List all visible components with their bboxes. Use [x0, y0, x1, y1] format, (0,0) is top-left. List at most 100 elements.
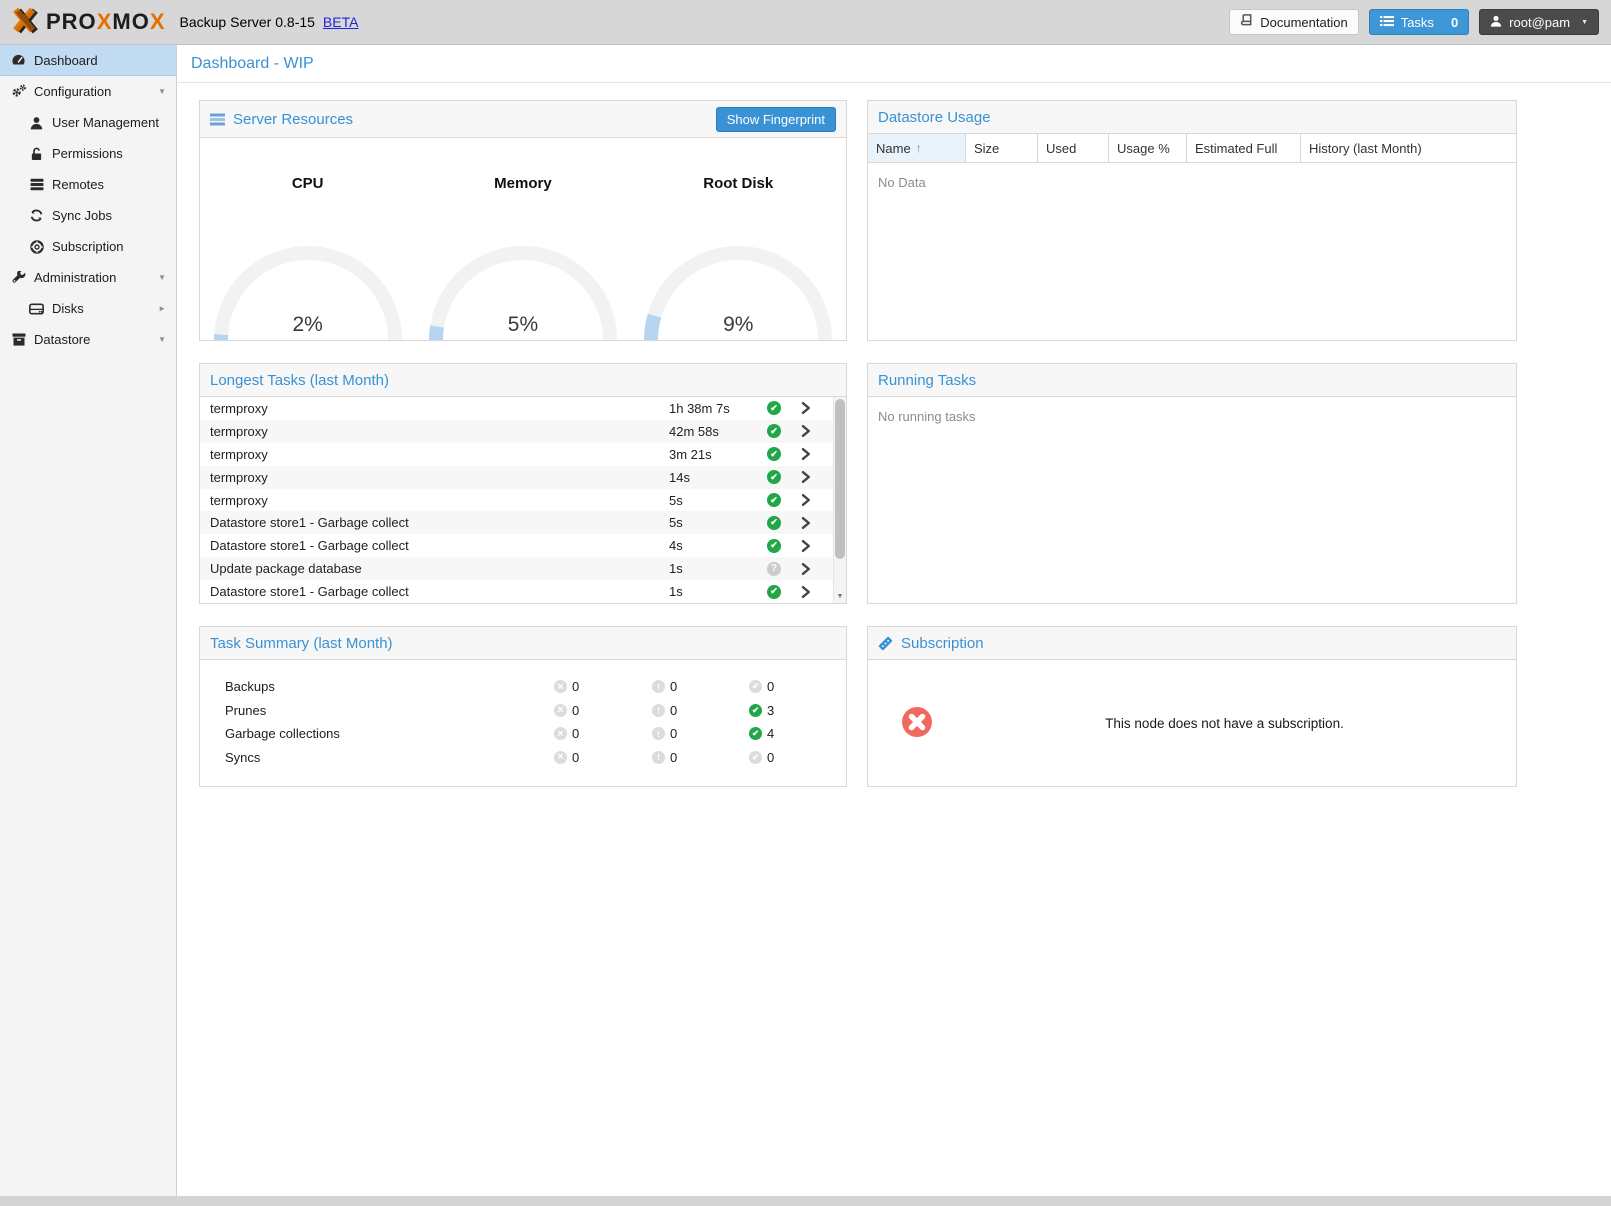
- subscription-body: This node does not have a subscription.: [868, 660, 1516, 786]
- proxmox-wordmark: PROXMOX: [46, 9, 166, 35]
- sidebar-item-label: Sync Jobs: [52, 208, 112, 223]
- sidebar-item-sync-jobs[interactable]: Sync Jobs: [0, 200, 176, 231]
- no-subscription-icon: [901, 706, 933, 741]
- column-header-name[interactable]: Name ↑: [868, 134, 966, 162]
- user-icon: [1490, 15, 1502, 30]
- user-menu-button[interactable]: root@pam ▼: [1479, 9, 1599, 35]
- root-disk-gauge-value: 9%: [631, 313, 846, 337]
- status-ok-icon: [767, 585, 781, 599]
- tasks-button[interactable]: Tasks 0: [1369, 9, 1469, 35]
- sidebar-item-configuration[interactable]: Configuration ▼: [0, 76, 176, 107]
- ok-count-icon: [749, 727, 762, 740]
- task-row[interactable]: termproxy 3m 21s: [200, 443, 846, 466]
- panel-title: Server Resources: [233, 111, 353, 128]
- task-row[interactable]: Update package database 1s: [200, 557, 846, 580]
- ok-count-icon: [749, 751, 762, 764]
- open-task-chevron-icon[interactable]: [801, 562, 811, 576]
- task-summary-panel: Task Summary (last Month) Backups 0 0 0 …: [199, 626, 847, 787]
- sidebar-item-disks[interactable]: Disks ►: [0, 293, 176, 324]
- open-task-chevron-icon[interactable]: [801, 516, 811, 530]
- show-fingerprint-button[interactable]: Show Fingerprint: [716, 107, 836, 132]
- task-row[interactable]: Datastore store1 - Garbage collect 1s: [200, 580, 846, 603]
- root-disk-gauge: Root Disk 9%: [631, 138, 846, 340]
- warning-count-icon: [652, 704, 665, 717]
- column-header-size[interactable]: Size: [966, 134, 1038, 162]
- ticket-icon: [878, 636, 893, 651]
- user-icon: [28, 115, 45, 130]
- page-title-bar: Dashboard - WIP: [178, 45, 1611, 83]
- sidebar-item-subscription[interactable]: Subscription: [0, 231, 176, 262]
- documentation-button[interactable]: Documentation: [1229, 9, 1358, 35]
- status-ok-icon: [767, 401, 781, 415]
- open-task-chevron-icon[interactable]: [801, 585, 811, 599]
- task-row[interactable]: termproxy 14s: [200, 466, 846, 489]
- sidebar-item-label: Dashboard: [34, 53, 98, 68]
- sidebar-item-label: Configuration: [34, 84, 111, 99]
- scrollbar-thumb[interactable]: [835, 399, 845, 559]
- status-ok-icon: [767, 424, 781, 438]
- memory-gauge-value: 5%: [415, 313, 630, 337]
- datastore-table-header: Name ↑ Size Used Usage % Estimated Full …: [868, 134, 1516, 163]
- scrollbar[interactable]: ▼: [833, 397, 846, 603]
- subscription-message: This node does not have a subscription.: [933, 716, 1516, 731]
- ok-count-icon: [749, 680, 762, 693]
- warning-count-icon: [652, 727, 665, 740]
- summary-row: Prunes 0 0 3: [200, 699, 846, 723]
- column-header-estimated-full[interactable]: Estimated Full: [1187, 134, 1301, 162]
- cpu-gauge: CPU 2%: [200, 138, 415, 340]
- task-row[interactable]: termproxy 1h 38m 7s: [200, 397, 846, 420]
- sidebar-item-administration[interactable]: Administration ▼: [0, 262, 176, 293]
- sidebar-item-dashboard[interactable]: Dashboard: [0, 45, 176, 76]
- beta-link[interactable]: BETA: [323, 14, 359, 30]
- datastore-usage-panel: Datastore Usage Name ↑ Size Used Usage %…: [867, 100, 1517, 341]
- sidebar-item-label: Subscription: [52, 239, 124, 254]
- datastore-icon: [10, 332, 27, 347]
- open-task-chevron-icon[interactable]: [801, 401, 811, 415]
- summary-row: Garbage collections 0 0 4: [200, 722, 846, 746]
- sort-up-icon: ↑: [916, 141, 922, 155]
- caret-right-icon: ►: [158, 304, 166, 313]
- task-row[interactable]: termproxy 5s: [200, 489, 846, 512]
- task-row[interactable]: Datastore store1 - Garbage collect 5s: [200, 511, 846, 534]
- sidebar-item-label: Administration: [34, 270, 116, 285]
- panel-title: Task Summary (last Month): [210, 635, 393, 652]
- running-tasks-panel: Running Tasks No running tasks: [867, 363, 1517, 604]
- column-header-used[interactable]: Used: [1038, 134, 1109, 162]
- sidebar-item-label: Datastore: [34, 332, 90, 347]
- status-ok-icon: [767, 539, 781, 553]
- open-task-chevron-icon[interactable]: [801, 539, 811, 553]
- sidebar-item-datastore[interactable]: Datastore ▼: [0, 324, 176, 355]
- warning-count-icon: [652, 680, 665, 693]
- sidebar-item-permissions[interactable]: Permissions: [0, 138, 176, 169]
- error-count-icon: [554, 751, 567, 764]
- main-content: Dashboard - WIP Server Resources Show Fi…: [178, 45, 1611, 1196]
- column-header-usage-pct[interactable]: Usage %: [1109, 134, 1187, 162]
- tasks-count-badge: 0: [1451, 15, 1458, 30]
- summary-row: Syncs 0 0 0: [200, 746, 846, 770]
- caret-down-icon: ▼: [158, 335, 166, 344]
- wrench-icon: [10, 270, 27, 285]
- sidebar-item-label: Remotes: [52, 177, 104, 192]
- scroll-down-icon[interactable]: ▼: [834, 590, 846, 602]
- status-ok-icon: [767, 493, 781, 507]
- open-task-chevron-icon[interactable]: [801, 493, 811, 507]
- status-ok-icon: [767, 470, 781, 484]
- sidebar-item-user-management[interactable]: User Management: [0, 107, 176, 138]
- sidebar-item-remotes[interactable]: Remotes: [0, 169, 176, 200]
- error-count-icon: [554, 680, 567, 693]
- tachometer-icon: [10, 53, 27, 68]
- panel-title: Datastore Usage: [878, 109, 991, 126]
- open-task-chevron-icon[interactable]: [801, 470, 811, 484]
- subscription-panel: Subscription This node does not have a s…: [867, 626, 1517, 787]
- open-task-chevron-icon[interactable]: [801, 424, 811, 438]
- panel-title: Running Tasks: [878, 372, 976, 389]
- task-row[interactable]: termproxy 42m 58s: [200, 420, 846, 443]
- error-count-icon: [554, 704, 567, 717]
- hdd-icon: [28, 301, 45, 316]
- task-row[interactable]: Datastore store1 - Garbage collect 4s: [200, 534, 846, 557]
- gauge-row: CPU 2% Memory 5% Root Disk: [200, 138, 846, 340]
- remotes-icon: [28, 177, 45, 192]
- column-header-history[interactable]: History (last Month): [1301, 134, 1516, 162]
- open-task-chevron-icon[interactable]: [801, 447, 811, 461]
- server-resources-icon: [210, 113, 225, 126]
